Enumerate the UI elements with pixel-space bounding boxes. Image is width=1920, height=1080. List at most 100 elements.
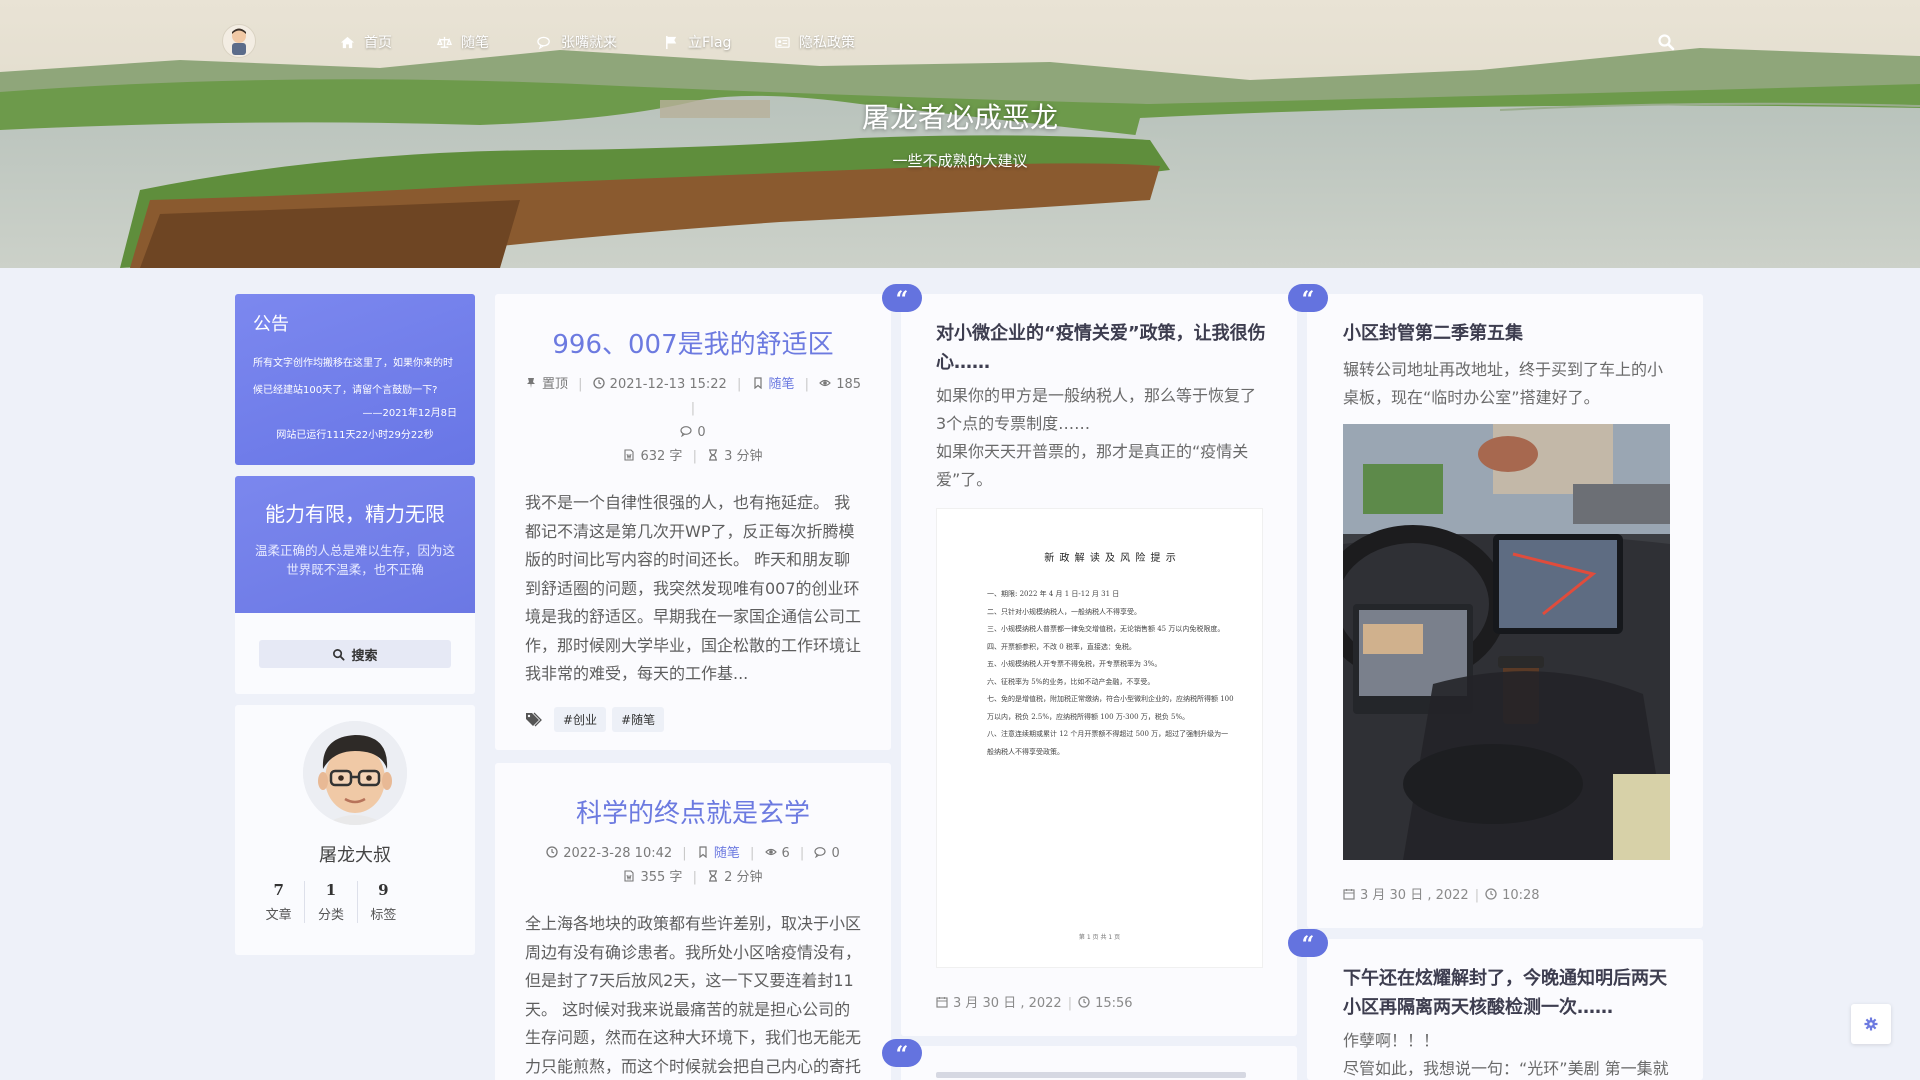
post-wordcount: 355 字 <box>623 870 686 885</box>
post-comments[interactable]: 0 <box>680 425 706 440</box>
doc-line: 四、开票额参积，不改 0 税率，直接选：免税。 <box>987 642 1136 651</box>
sticky-label: 置顶 <box>541 377 568 392</box>
announcement-line: 所有文字创作均搬移在这里了，如果你来的时 <box>253 358 453 369</box>
header-banner: 首页 随笔 张嘴就来 立Flag 隐私政策 屠龙者必成恶龙 一些不成熟的大建议 <box>0 0 1920 268</box>
motto-card: 能力有限，精力无限 温柔正确的人总是难以生存，因为这世界既不温柔，也不正确 <box>235 476 475 613</box>
author-profile-card: 屠龙大叔 7 文章 1 分类 9 标签 <box>235 705 475 955</box>
comment-icon <box>680 426 692 437</box>
search-icon[interactable] <box>1657 33 1675 51</box>
author-avatar[interactable] <box>303 721 407 825</box>
tag-chip[interactable]: #创业 <box>554 706 607 732</box>
post-excerpt: 我不是一个自律性很强的人，也有拖延症。 我都记不清这是第几次开WP了，反正每次折… <box>525 493 862 683</box>
readtime-text: 3 分钟 <box>724 449 763 464</box>
quote-badge-icon: “ <box>882 1039 922 1068</box>
post-card: 科学的终点就是玄学 2022-3-28 10:42 | 随笔 | 6 | 0 3… <box>495 763 891 1080</box>
top-navigation: 首页 随笔 张嘴就来 立Flag 隐私政策 <box>0 0 1920 84</box>
site-logo[interactable] <box>222 24 256 58</box>
post-date: 2022-3-28 10:42 <box>546 846 676 861</box>
wordcount-text: 355 字 <box>640 870 683 885</box>
pin-icon <box>526 378 535 388</box>
search-icon <box>333 648 346 661</box>
post-comments[interactable]: 0 <box>814 846 840 861</box>
nav-label: 随笔 <box>461 35 489 51</box>
quote-card: 对小微企业的“疫情关爱”政策，让我很伤心…… 如果你的甲方是一般纳税人，那么等于… <box>901 294 1297 1036</box>
announcement-signature: ——2021年12月8日 <box>362 408 457 419</box>
quote-badge-icon: “ <box>882 284 922 313</box>
site-runtime: 网站已运行111天22小时29分22秒 <box>276 430 434 441</box>
post-excerpt: 全上海各地块的政策都有些许差别，取决于小区周边有没有确诊患者。我所处小区啥疫情没… <box>525 914 862 1076</box>
quote-title-link[interactable]: 小区封管第二季第五集 <box>1343 319 1673 348</box>
policy-document-image[interactable]: 新 政 解 读 及 风 险 提 示 一、期限: 2022 年 4 月 1 日-1… <box>936 508 1263 968</box>
tags-icon <box>526 712 542 726</box>
post-readtime: 3 分钟 <box>707 449 763 464</box>
category-link[interactable]: 随笔 <box>714 846 740 861</box>
quote-text: 尽管如此，我想说一句：“光环”美剧 第一集就 <box>1343 1059 1669 1078</box>
search-widget: 搜索 <box>235 613 475 694</box>
quote-title-link[interactable]: 下午还在炫耀解封了，今晚通知明后两天小区再隔离两天核酸检测一次…… <box>1343 964 1673 1022</box>
comments-count: 0 <box>697 425 706 440</box>
stat-label: 标签 <box>370 908 397 923</box>
nav-flag[interactable]: 立Flag <box>664 31 731 53</box>
nav-chatter[interactable]: 张嘴就来 <box>537 31 617 53</box>
comments-count: 0 <box>831 846 840 861</box>
quote-text: 如果你天天开普票的，那才是真正的“疫情关爱”了。 <box>936 442 1249 489</box>
site-subtitle: 一些不成熟的大建议 <box>892 152 1028 170</box>
readtime-text: 2 分钟 <box>724 870 763 885</box>
clock-icon <box>546 846 558 858</box>
post-category[interactable]: 随笔 <box>697 846 744 861</box>
quote-title-link[interactable]: 对小微企业的“疫情关爱”政策，让我很伤心…… <box>936 319 1266 377</box>
quote-title-partial[interactable] <box>936 1072 1246 1078</box>
nav-label: 张嘴就来 <box>561 35 617 51</box>
quote-badge-icon: “ <box>1288 929 1328 958</box>
flag-icon <box>666 35 677 49</box>
author-stats: 7 文章 1 分类 9 标签 <box>253 881 409 923</box>
id-card-icon <box>775 36 790 48</box>
stat-categories[interactable]: 1 分类 <box>305 881 358 923</box>
eye-icon <box>764 848 777 856</box>
nav-home[interactable]: 首页 <box>340 31 392 53</box>
quote-badge-icon: “ <box>1288 284 1328 313</box>
settings-button[interactable] <box>1851 1004 1891 1044</box>
post-meta: 2022-3-28 10:42 | 随笔 | 6 | 0 355 字 | 2 分… <box>495 842 891 890</box>
post-readtime: 2 分钟 <box>707 870 763 885</box>
wordcount-text: 632 字 <box>640 449 683 464</box>
nav-label: 首页 <box>364 35 392 51</box>
car-office-photo-art <box>1343 424 1670 860</box>
post-date: 2021-12-13 15:22 <box>593 377 731 392</box>
doc-line: 六、征税率为 5%的业务，比如不动产金融，不享受。 <box>987 677 1155 686</box>
nav-privacy[interactable]: 隐私政策 <box>775 31 855 53</box>
category-link[interactable]: 随笔 <box>769 377 795 392</box>
post-category[interactable]: 随笔 <box>752 377 799 392</box>
gear-icon <box>1864 1017 1878 1031</box>
announcement-title: 公告 <box>253 314 289 335</box>
post-title-link[interactable]: 996、007是我的舒适区 <box>495 324 891 361</box>
file-word-icon <box>624 449 635 461</box>
clock-icon <box>1485 888 1497 900</box>
doc-line: 八、注意连续期或累计 12 个月开票额不得超过 500 万，超过了强制升级为一般… <box>987 730 1229 756</box>
tag-chip[interactable]: #随笔 <box>612 706 665 732</box>
nav-essays[interactable]: 随笔 <box>437 31 489 53</box>
quote-time: 10:28 <box>1502 888 1540 903</box>
quote-footer: 3 月 30 日 , 2022 | 10:28 <box>1343 884 1540 903</box>
search-button[interactable]: 搜索 <box>259 640 451 668</box>
post-title-link[interactable]: 科学的终点就是玄学 <box>495 793 891 830</box>
quote-text: 如果你的甲方是一般纳税人，那么等于恢复了3个点的专票制度…… <box>936 386 1257 433</box>
comment-icon <box>814 847 827 858</box>
hourglass-icon <box>709 449 718 461</box>
scale-icon <box>437 36 452 48</box>
doc-body: 一、期限: 2022 年 4 月 1 日-12 月 31 日 二、只针对小规模纳… <box>987 586 1234 761</box>
stat-posts[interactable]: 7 文章 <box>253 881 306 923</box>
clock-icon <box>1078 996 1090 1008</box>
doc-line: 三、小规模纳税人普票都一律免交增值税，无论销售额 45 万以内免税限度。 <box>987 625 1225 633</box>
site-title: 屠龙者必成恶龙 <box>861 101 1058 134</box>
quote-card: 小区封管第二季第五集 辗转公司地址再改地址，终于买到了车上的小桌板，现在“临时办… <box>1307 294 1703 928</box>
doc-page-number: 第 1 页 共 1 页 <box>1078 934 1121 941</box>
car-office-photo[interactable] <box>1343 424 1670 860</box>
quote-footer: 3 月 30 日 , 2022 | 15:56 <box>936 992 1133 1011</box>
quote-time: 15:56 <box>1095 996 1133 1011</box>
stat-label: 文章 <box>265 908 292 923</box>
views-count: 185 <box>836 377 862 392</box>
doc-line: 五、小规模纳税人开专票不得免税，开专票税率为 3%。 <box>987 660 1162 668</box>
stat-tags[interactable]: 9 标签 <box>358 881 409 923</box>
bookmark-icon <box>699 846 707 858</box>
